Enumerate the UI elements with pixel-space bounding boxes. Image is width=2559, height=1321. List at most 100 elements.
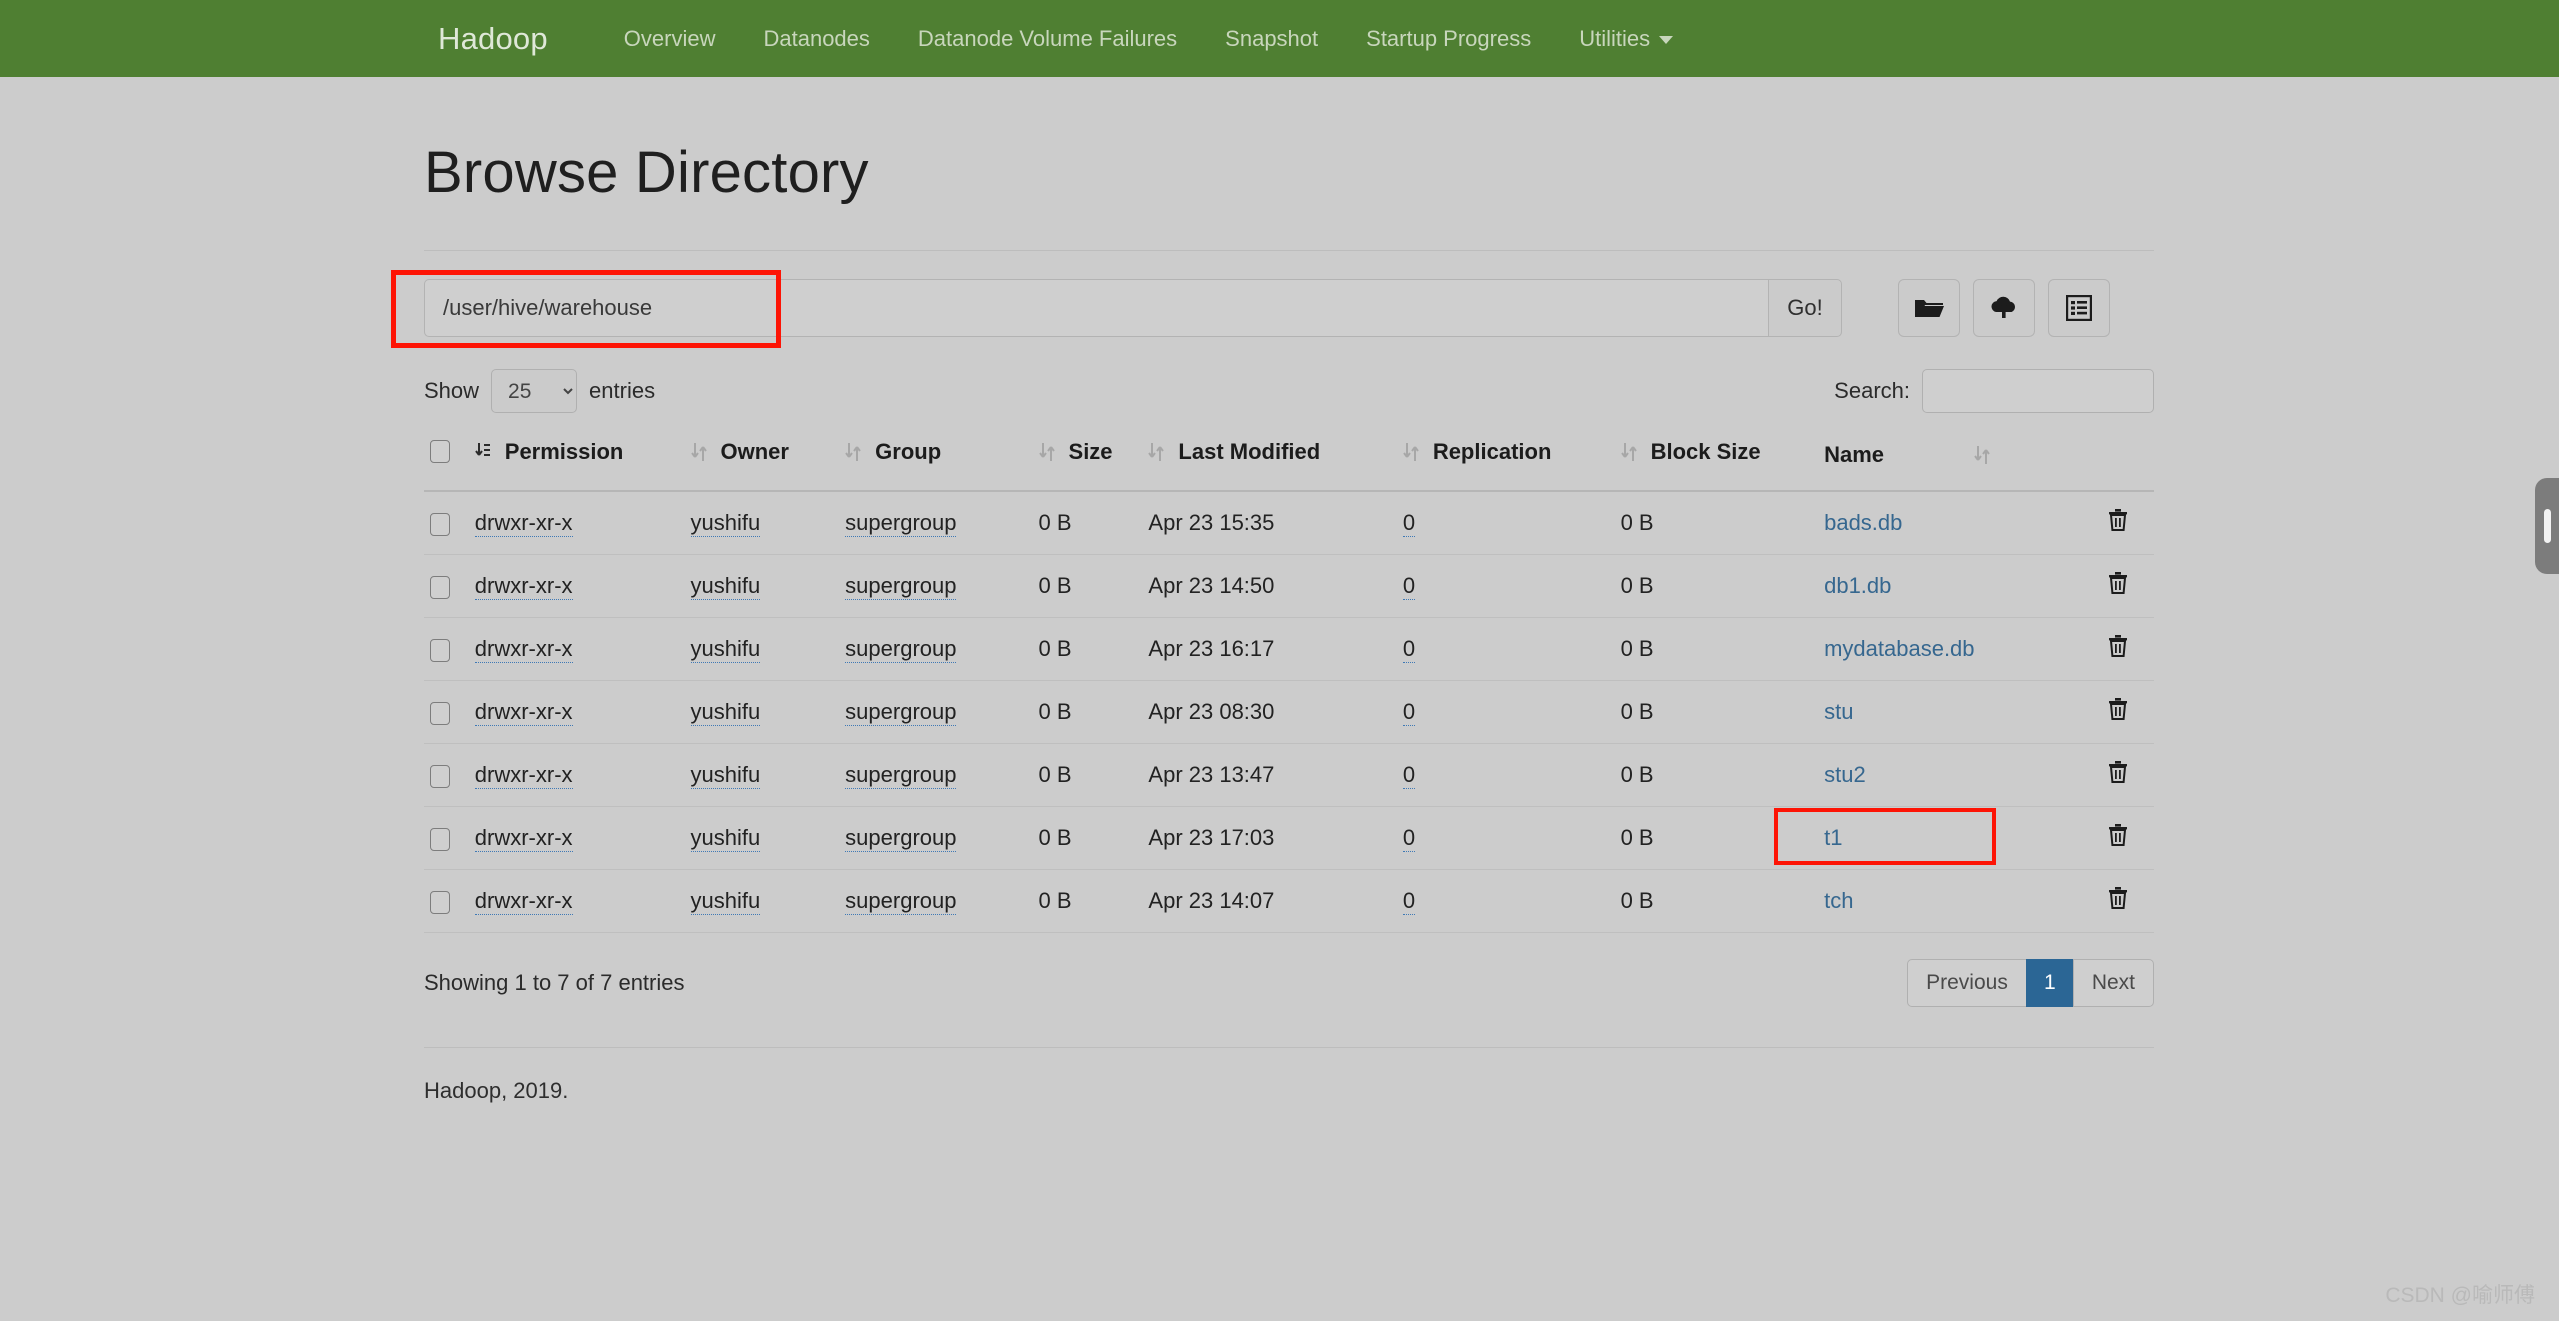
select-all-checkbox[interactable]: [430, 440, 450, 463]
trash-icon[interactable]: [2107, 760, 2129, 790]
column-header-group[interactable]: Group: [839, 425, 1033, 492]
column-header-name[interactable]: Name: [1818, 425, 2083, 492]
cloud-upload-icon-button[interactable]: [1973, 279, 2035, 337]
row-checkbox[interactable]: [430, 827, 450, 851]
group-cell: supergroup: [839, 617, 1033, 681]
group-value[interactable]: supergroup: [845, 699, 957, 726]
trash-icon[interactable]: [2107, 823, 2129, 853]
nav-item-utilities[interactable]: Utilities: [1555, 26, 1697, 52]
nav-item-startup-progress[interactable]: Startup Progress: [1342, 26, 1555, 52]
group-value[interactable]: supergroup: [845, 573, 957, 600]
owner-value[interactable]: yushifu: [690, 825, 761, 852]
table-row: drwxr-xr-x yushifu supergroup 0 B Apr 23 13:…: [424, 743, 2154, 807]
row-checkbox[interactable]: [430, 890, 450, 914]
column-header-block-size[interactable]: Block Size: [1614, 425, 1819, 492]
permission-cell: drwxr-xr-x: [468, 743, 685, 807]
file-name-link[interactable]: mydatabase.db: [1824, 636, 1974, 661]
column-header-replication[interactable]: Replication: [1396, 425, 1615, 492]
list-view-icon-button[interactable]: [2048, 279, 2110, 337]
table-header-row: Permission Owner Group Size Last Modifie…: [424, 425, 2154, 492]
replication-value[interactable]: 0: [1402, 699, 1416, 726]
block-size-cell: 0 B: [1614, 554, 1819, 618]
row-checkbox[interactable]: [430, 764, 450, 788]
permission-value[interactable]: drwxr-xr-x: [474, 825, 573, 852]
owner-value[interactable]: yushifu: [690, 510, 761, 537]
owner-cell: yushifu: [684, 680, 840, 744]
go-button[interactable]: Go!: [1768, 279, 1842, 337]
trash-icon[interactable]: [2107, 697, 2129, 727]
nav-item-datanode-volume-failures[interactable]: Datanode Volume Failures: [894, 26, 1201, 52]
permission-cell: drwxr-xr-x: [468, 869, 685, 933]
files-table: Permission Owner Group Size Last Modifie…: [424, 425, 2154, 933]
page-length-select[interactable]: 25 50 100: [491, 369, 578, 413]
permission-value[interactable]: drwxr-xr-x: [474, 888, 573, 915]
permission-value[interactable]: drwxr-xr-x: [474, 699, 573, 726]
trash-icon[interactable]: [2107, 571, 2129, 601]
column-header-last-modified[interactable]: Last Modified: [1142, 425, 1397, 492]
owner-value[interactable]: yushifu: [690, 636, 761, 663]
column-header-select[interactable]: [424, 425, 469, 492]
column-label: Block Size: [1650, 439, 1761, 464]
file-name-link[interactable]: stu2: [1824, 762, 1866, 787]
replication-value[interactable]: 0: [1402, 825, 1416, 852]
search-input[interactable]: [1922, 369, 2154, 413]
row-checkbox[interactable]: [430, 512, 450, 536]
path-input-group: Go!: [424, 279, 1842, 337]
trash-icon[interactable]: [2107, 634, 2129, 664]
last-modified-cell: Apr 23 14:50: [1142, 554, 1397, 618]
permission-value[interactable]: drwxr-xr-x: [474, 510, 573, 537]
group-value[interactable]: supergroup: [845, 762, 957, 789]
sort-icon: [1403, 440, 1419, 464]
permission-value[interactable]: drwxr-xr-x: [474, 573, 573, 600]
sort-icon: [845, 440, 861, 464]
pagination-next[interactable]: Next: [2072, 959, 2154, 1007]
group-value[interactable]: supergroup: [845, 636, 957, 663]
table-row: drwxr-xr-x yushifu supergroup 0 B Apr 23 14:…: [424, 869, 2154, 933]
brand-logo[interactable]: Hadoop: [438, 21, 548, 57]
owner-value[interactable]: yushifu: [690, 573, 761, 600]
row-checkbox[interactable]: [430, 575, 450, 599]
owner-value[interactable]: yushifu: [690, 699, 761, 726]
replication-cell: 0: [1396, 491, 1615, 555]
group-value[interactable]: supergroup: [845, 510, 957, 537]
permission-value[interactable]: drwxr-xr-x: [474, 762, 573, 789]
directory-path-input[interactable]: [424, 279, 1768, 337]
size-cell: 0 B: [1032, 869, 1143, 933]
column-header-permission[interactable]: Permission: [468, 425, 685, 492]
owner-value[interactable]: yushifu: [690, 888, 761, 915]
nav-item-datanodes[interactable]: Datanodes: [739, 26, 893, 52]
group-value[interactable]: supergroup: [845, 825, 957, 852]
main-container: Browse Directory Go!: [391, 77, 2154, 1104]
side-panel-handle[interactable]: [2535, 478, 2559, 574]
row-checkbox[interactable]: [430, 638, 450, 662]
file-name-link[interactable]: db1.db: [1824, 573, 1891, 598]
pagination-page-1[interactable]: 1: [2025, 959, 2074, 1007]
replication-value[interactable]: 0: [1402, 510, 1416, 537]
column-header-owner[interactable]: Owner: [684, 425, 840, 492]
replication-value[interactable]: 0: [1402, 888, 1416, 915]
permission-value[interactable]: drwxr-xr-x: [474, 636, 573, 663]
replication-value[interactable]: 0: [1402, 636, 1416, 663]
owner-cell: yushifu: [684, 491, 840, 555]
nav-item-snapshot[interactable]: Snapshot: [1201, 26, 1342, 52]
trash-icon[interactable]: [2107, 886, 2129, 916]
column-label: Group: [875, 439, 942, 464]
pagination-previous[interactable]: Previous: [1907, 959, 2027, 1007]
name-cell: tch: [1818, 869, 2083, 933]
trash-icon[interactable]: [2107, 508, 2129, 538]
column-header-size[interactable]: Size: [1032, 425, 1143, 492]
file-name-link[interactable]: t1: [1824, 825, 1842, 850]
block-size-cell: 0 B: [1614, 806, 1819, 870]
owner-value[interactable]: yushifu: [690, 762, 761, 789]
replication-value[interactable]: 0: [1402, 573, 1416, 600]
column-label: Permission: [504, 439, 624, 464]
replication-value[interactable]: 0: [1402, 762, 1416, 789]
file-name-link[interactable]: bads.db: [1824, 510, 1902, 535]
nav-item-overview[interactable]: Overview: [600, 26, 740, 52]
row-checkbox[interactable]: [430, 701, 450, 725]
folder-open-icon-button[interactable]: [1898, 279, 1960, 337]
group-value[interactable]: supergroup: [845, 888, 957, 915]
file-name-link[interactable]: stu: [1824, 699, 1853, 724]
file-name-link[interactable]: tch: [1824, 888, 1853, 913]
sort-icon: [1148, 440, 1165, 464]
